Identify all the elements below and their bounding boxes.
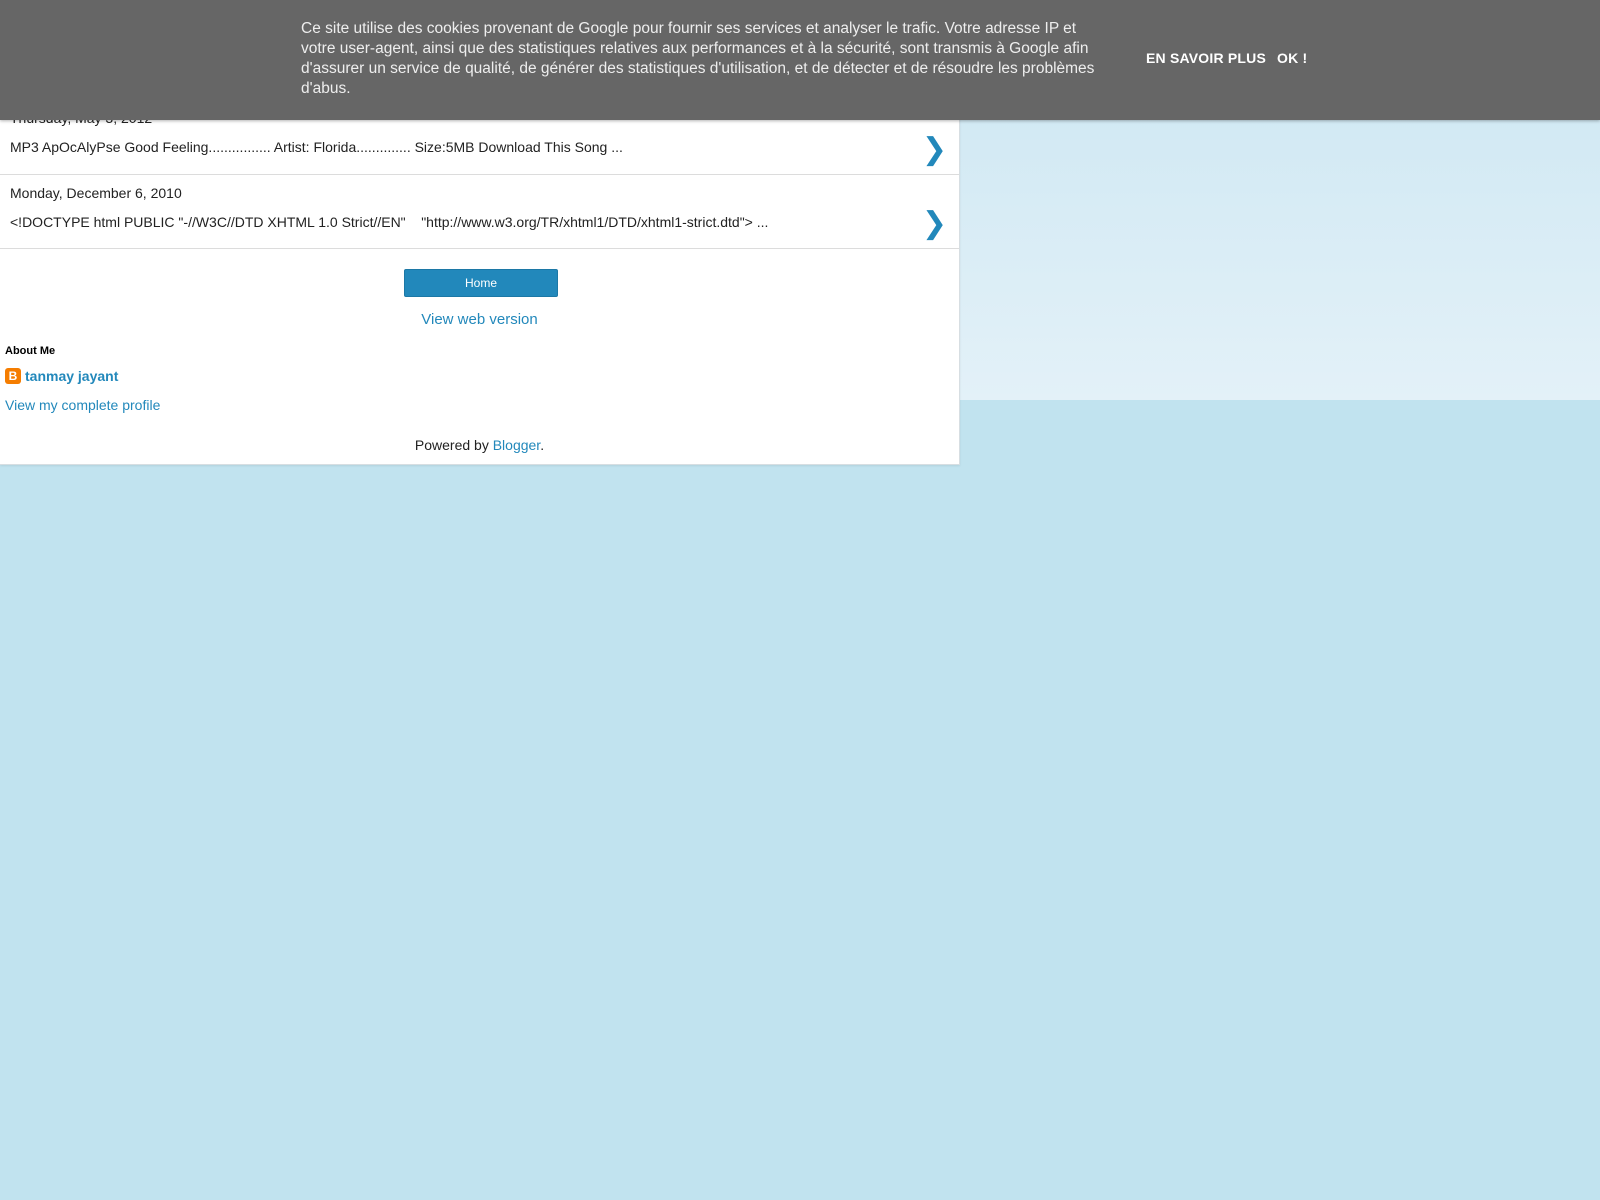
post-snippet[interactable]: MP3 ApOcAlyPse Good Feeling.............… — [10, 139, 623, 155]
post-snippet[interactable]: <!DOCTYPE html PUBLIC "-//W3C//DTD XHTML… — [10, 214, 768, 230]
chevron-right-icon[interactable]: ❯ — [922, 132, 947, 167]
home-button[interactable]: Home — [404, 269, 558, 297]
post-date: Monday, December 6, 2010 — [10, 185, 182, 201]
profile-row: tanmay jayant — [5, 368, 118, 384]
cookie-notice-text: Ce site utilise des cookies provenant de… — [301, 20, 1095, 97]
blogger-icon — [5, 368, 21, 384]
about-me-heading: About Me — [5, 345, 56, 357]
learn-more-button[interactable]: EN SAVOIR PLUS — [1146, 50, 1266, 66]
profile-name-link[interactable]: tanmay jayant — [25, 368, 118, 384]
chevron-right-icon[interactable]: ❯ — [922, 206, 947, 241]
post-item[interactable]: Monday, December 6, 2010 <!DOCTYPE html … — [0, 174, 959, 249]
blogger-link[interactable]: Blogger — [493, 437, 540, 453]
ok-button[interactable]: OK ! — [1277, 50, 1307, 66]
powered-by-text: Powered by — [414, 437, 493, 453]
view-web-version-link[interactable]: View web version — [0, 311, 959, 328]
view-profile-link[interactable]: View my complete profile — [5, 397, 160, 413]
cookie-consent-banner: Ce site utilise des cookies provenant de… — [0, 0, 1600, 120]
powered-by-suffix: . — [540, 437, 545, 453]
powered-by-footer: Powered by Blogger. — [0, 437, 959, 453]
